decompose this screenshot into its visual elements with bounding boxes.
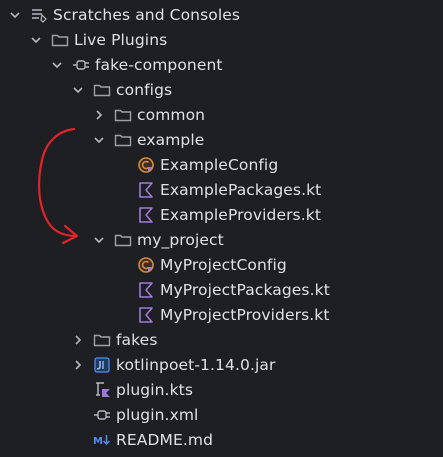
chevron-down-icon[interactable] — [8, 8, 22, 22]
tree-item-label: my_project — [137, 230, 224, 249]
chevron-right-icon[interactable] — [92, 108, 106, 122]
kotlin-file-icon — [137, 181, 155, 199]
tree-item-label: plugin.kts — [116, 380, 193, 399]
chevron-down-icon[interactable] — [92, 133, 106, 147]
tree-item-label: ExamplePackages.kt — [160, 180, 322, 199]
tree-item-label: fakes — [116, 330, 158, 349]
kotlin-script-icon — [93, 381, 111, 399]
tree-row-example-config[interactable]: ExampleConfig — [0, 152, 443, 177]
tree-item-label: example — [137, 130, 205, 149]
chevron-down-icon[interactable] — [50, 58, 64, 72]
tree-item-label: ExampleConfig — [160, 155, 279, 174]
tree-row-example[interactable]: example — [0, 127, 443, 152]
tree-row-kotlinpoet-jar[interactable]: kotlinpoet-1.14.0.jar — [0, 352, 443, 377]
tree-row-plugin-kts[interactable]: plugin.kts — [0, 377, 443, 402]
tree-item-label: MyProjectProviders.kt — [160, 305, 330, 324]
tree-item-label: kotlinpoet-1.14.0.jar — [116, 355, 276, 374]
chevron-down-icon[interactable] — [29, 33, 43, 47]
tree-item-label: ExampleProviders.kt — [160, 205, 322, 224]
markdown-icon: M — [93, 431, 111, 449]
tree-row-my-project[interactable]: my_project — [0, 227, 443, 252]
chevron-down-icon[interactable] — [92, 233, 106, 247]
tree-row-my-project-providers[interactable]: MyProjectProviders.kt — [0, 302, 443, 327]
folder-icon — [93, 331, 111, 349]
tree-row-fake-component[interactable]: fake-component — [0, 52, 443, 77]
tree-item-label: common — [137, 105, 206, 124]
tree-item-label: README.md — [116, 430, 214, 449]
svg-text:M: M — [93, 436, 103, 447]
plugin-icon — [72, 56, 90, 74]
tree-item-label: Scratches and Consoles — [53, 5, 241, 24]
tree-row-plugin-xml[interactable]: plugin.xml — [0, 402, 443, 427]
tree-item-label: configs — [116, 80, 173, 99]
kotlin-class-icon — [137, 256, 155, 274]
jar-icon — [93, 356, 111, 374]
chevron-down-icon[interactable] — [71, 83, 85, 97]
tree-row-example-packages[interactable]: ExamplePackages.kt — [0, 177, 443, 202]
folder-icon — [114, 106, 132, 124]
tree-item-label: MyProjectConfig — [160, 255, 287, 274]
kotlin-class-icon — [137, 156, 155, 174]
chevron-right-icon[interactable] — [71, 358, 85, 372]
tree-row-configs[interactable]: configs — [0, 77, 443, 102]
tree-item-label: Live Plugins — [74, 30, 168, 49]
tree-row-my-project-config[interactable]: MyProjectConfig — [0, 252, 443, 277]
chevron-right-icon[interactable] — [71, 333, 85, 347]
tree-row-fakes[interactable]: fakes — [0, 327, 443, 352]
kotlin-file-icon — [137, 306, 155, 324]
tree-row-readme[interactable]: M README.md — [0, 427, 443, 452]
tree-row-live-plugins[interactable]: Live Plugins — [0, 27, 443, 52]
folder-icon — [114, 231, 132, 249]
tree-item-label: MyProjectPackages.kt — [160, 280, 330, 299]
tree-row-example-providers[interactable]: ExampleProviders.kt — [0, 202, 443, 227]
tree-row-scratches[interactable]: Scratches and Consoles — [0, 2, 443, 27]
tree-item-label: plugin.xml — [116, 405, 199, 424]
folder-icon — [93, 81, 111, 99]
tree-row-my-project-packages[interactable]: MyProjectPackages.kt — [0, 277, 443, 302]
scratches-icon — [30, 6, 48, 24]
kotlin-file-icon — [137, 281, 155, 299]
kotlin-file-icon — [137, 206, 155, 224]
folder-icon — [51, 31, 69, 49]
tree-row-common[interactable]: common — [0, 102, 443, 127]
tree-item-label: fake-component — [95, 55, 223, 74]
plugin-icon — [93, 406, 111, 424]
folder-icon — [114, 131, 132, 149]
